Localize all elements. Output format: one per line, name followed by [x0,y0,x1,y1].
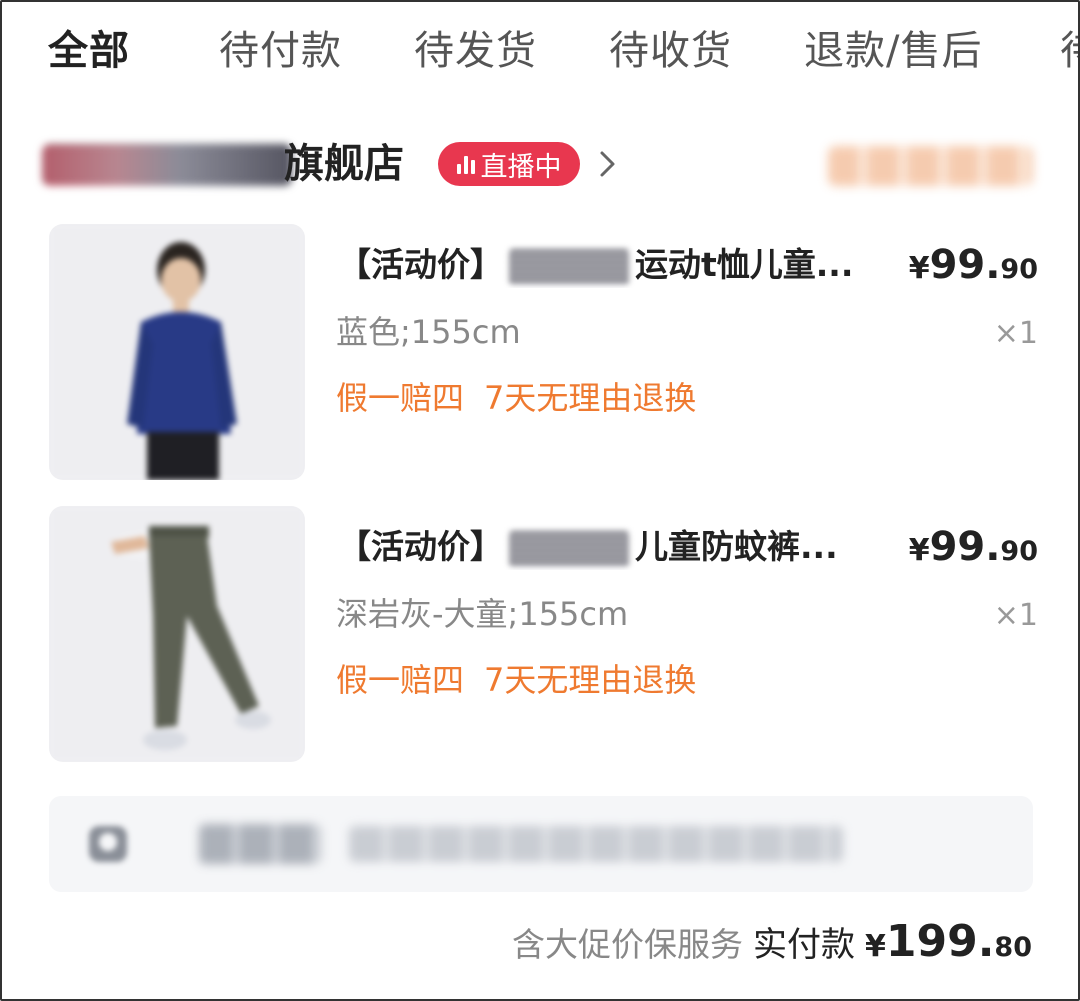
order-item[interactable]: 【活动价】 儿童防蚊裤... ¥99.90 深岩灰-大童;155cm ×1 假一赔… [2,506,1078,764]
product-title[interactable]: 【活动价】 运动t恤儿童... [338,242,898,288]
shop-name[interactable]: 旗舰店 [284,136,404,192]
price-decimal: 90 [1000,254,1038,285]
item-sku: 蓝色;155cm [336,313,521,351]
paid-label: 实付款 [752,925,855,965]
price-integer: 99. [929,242,1001,288]
title-suffix: 儿童防蚊裤... [635,527,838,566]
live-badge-label: 直播中 [480,151,562,183]
total-decimal: 80 [994,932,1032,963]
title-prefix: 【活动价】 [338,245,503,284]
chevron-right-icon[interactable] [592,148,622,180]
redacted-order-status [828,146,1033,186]
item-sku: 深岩灰-大童;155cm [336,595,629,633]
tab-pending-receipt[interactable]: 待收货 [609,24,732,78]
service-tag: 7天无理由退换 [484,661,697,699]
price-currency: ¥ [908,251,930,286]
service-tag: 7天无理由退换 [484,379,697,417]
price-integer: 99. [929,524,1001,570]
product-title[interactable]: 【活动价】 儿童防蚊裤... [338,524,898,570]
tab-pending-shipment[interactable]: 待发货 [414,24,537,78]
total-integer: 199. [885,916,995,967]
live-bars-icon [456,154,475,174]
item-price: ¥99.90 [909,524,1038,574]
tab-pending-review[interactable]: 待 [1060,24,1078,78]
service-tag: 假一赔四 [336,379,465,417]
paid-amount: ¥199.80 [865,916,1032,967]
order-item[interactable]: 【活动价】 运动t恤儿童... ¥99.90 蓝色;155cm ×1 假一赔四 7天… [2,224,1078,482]
redacted-logistics-message [349,826,843,862]
service-tags: 假一赔四 7天无理由退换 [336,658,716,702]
redacted-logistics-status [199,824,321,864]
price-currency: ¥ [908,533,930,568]
title-suffix: 运动t恤儿童... [635,245,854,284]
price-decimal: 90 [1000,536,1038,567]
item-price: ¥99.90 [909,242,1038,292]
item-quantity: ×1 [993,316,1038,351]
title-prefix: 【活动价】 [338,527,503,566]
service-tag: 假一赔四 [336,661,465,699]
item-quantity: ×1 [993,598,1038,633]
tab-all[interactable]: 全部 [48,24,130,78]
order-tabs: 全部 待付款 待发货 待收货 退款/售后 待 [2,2,1078,102]
product-image-pants[interactable] [49,506,305,762]
logistics-bar[interactable] [49,796,1033,892]
order-card: 全部 待付款 待发货 待收货 退款/售后 待 旗舰店 直播中 [0,0,1080,1001]
redacted-brand [509,248,629,285]
total-currency: ¥ [864,929,886,964]
tab-refund-aftersale[interactable]: 退款/售后 [804,24,982,78]
redacted-shop-name [42,144,292,186]
shop-header: 旗舰店 直播中 [2,132,1078,196]
price-protection-note: 含大促价保服务 [511,925,743,964]
tab-pending-payment[interactable]: 待付款 [219,24,342,78]
service-tags: 假一赔四 7天无理由退换 [336,376,716,420]
product-image-sweater[interactable] [49,224,305,480]
redacted-brand [509,530,629,567]
order-total: 含大促价保服务 实付款 ¥199.80 [512,916,1032,976]
truck-icon [89,826,127,862]
live-badge[interactable]: 直播中 [438,142,580,186]
